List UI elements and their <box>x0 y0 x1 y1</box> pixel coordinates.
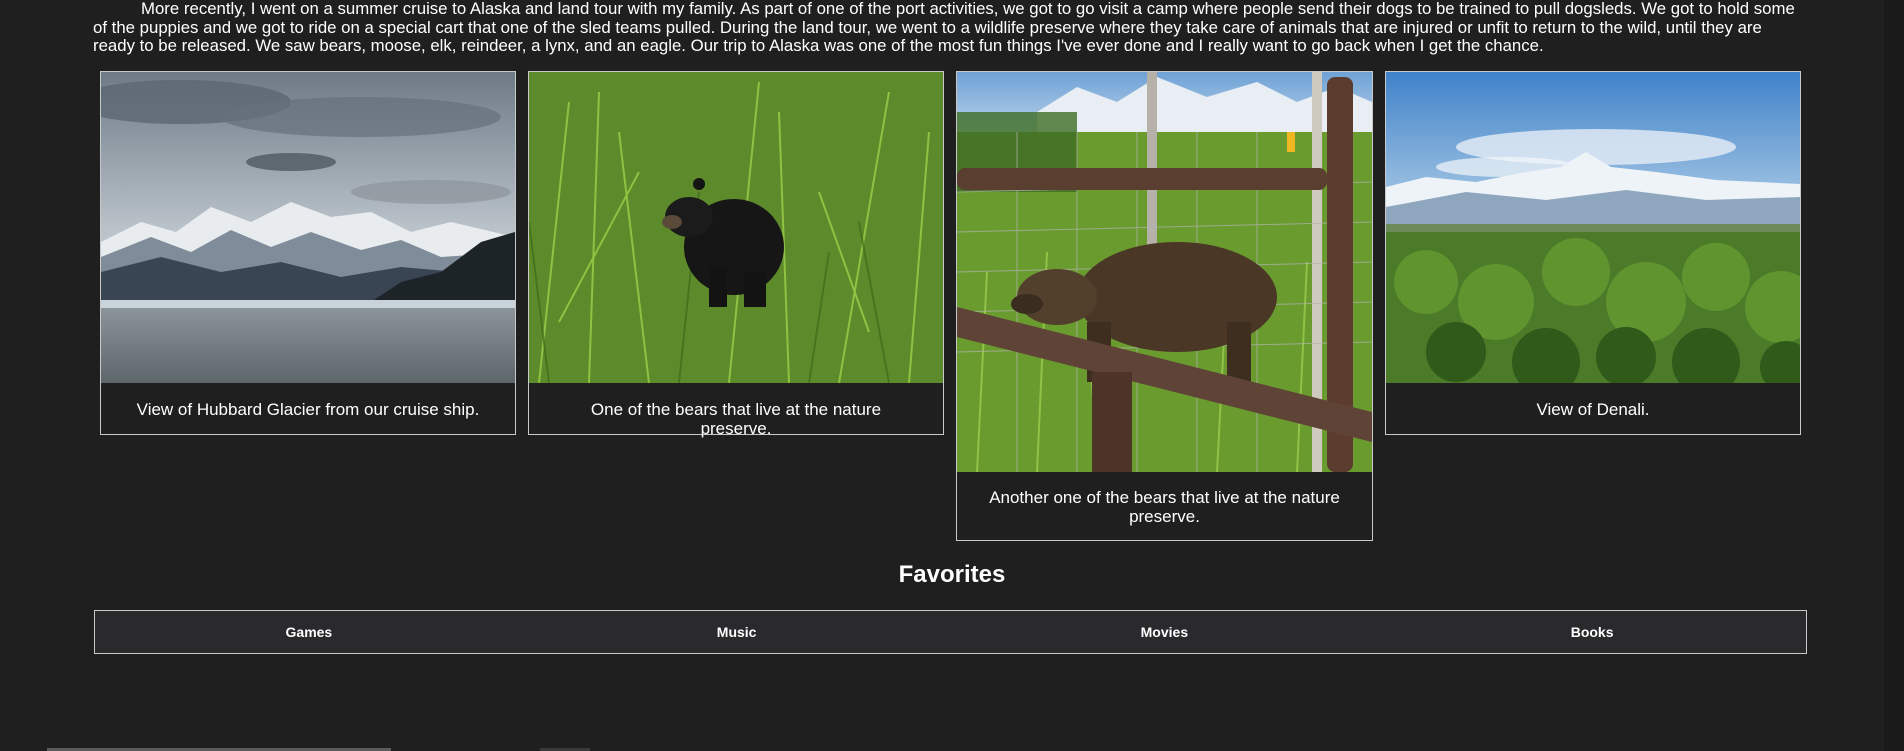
page-scrollbar[interactable] <box>1884 0 1904 751</box>
nav-link-books[interactable]: Books <box>1378 611 1806 653</box>
intro-paragraph: More recently, I went on a summer cruise… <box>93 0 1795 55</box>
gallery-card-glacier: View of Hubbard Glacier from our cruise … <box>100 71 516 435</box>
gallery-caption: View of Denali. <box>1536 400 1650 419</box>
nav-link-games[interactable]: Games <box>95 611 523 653</box>
gallery-caption: View of Hubbard Glacier from our cruise … <box>136 400 480 419</box>
gallery-caption: Another one of the bears that live at th… <box>989 488 1340 526</box>
gallery-card-denali: View of Denali. <box>1385 71 1801 435</box>
brown-bear-photo <box>957 72 1372 472</box>
gallery-card-brown-bear: Another one of the bears that live at th… <box>956 71 1373 541</box>
denali-photo <box>1386 72 1800 383</box>
nav-link-music[interactable]: Music <box>523 611 951 653</box>
favorites-heading: Favorites <box>898 561 1006 588</box>
black-bear-photo <box>529 72 943 383</box>
favorites-nav: Games Music Movies Books <box>94 610 1807 654</box>
gallery-card-black-bear: One of the bears that live at the nature… <box>528 71 944 438</box>
glacier-photo <box>101 72 515 383</box>
nav-link-movies[interactable]: Movies <box>951 611 1379 653</box>
gallery-caption: One of the bears that live at the nature… <box>590 400 882 438</box>
